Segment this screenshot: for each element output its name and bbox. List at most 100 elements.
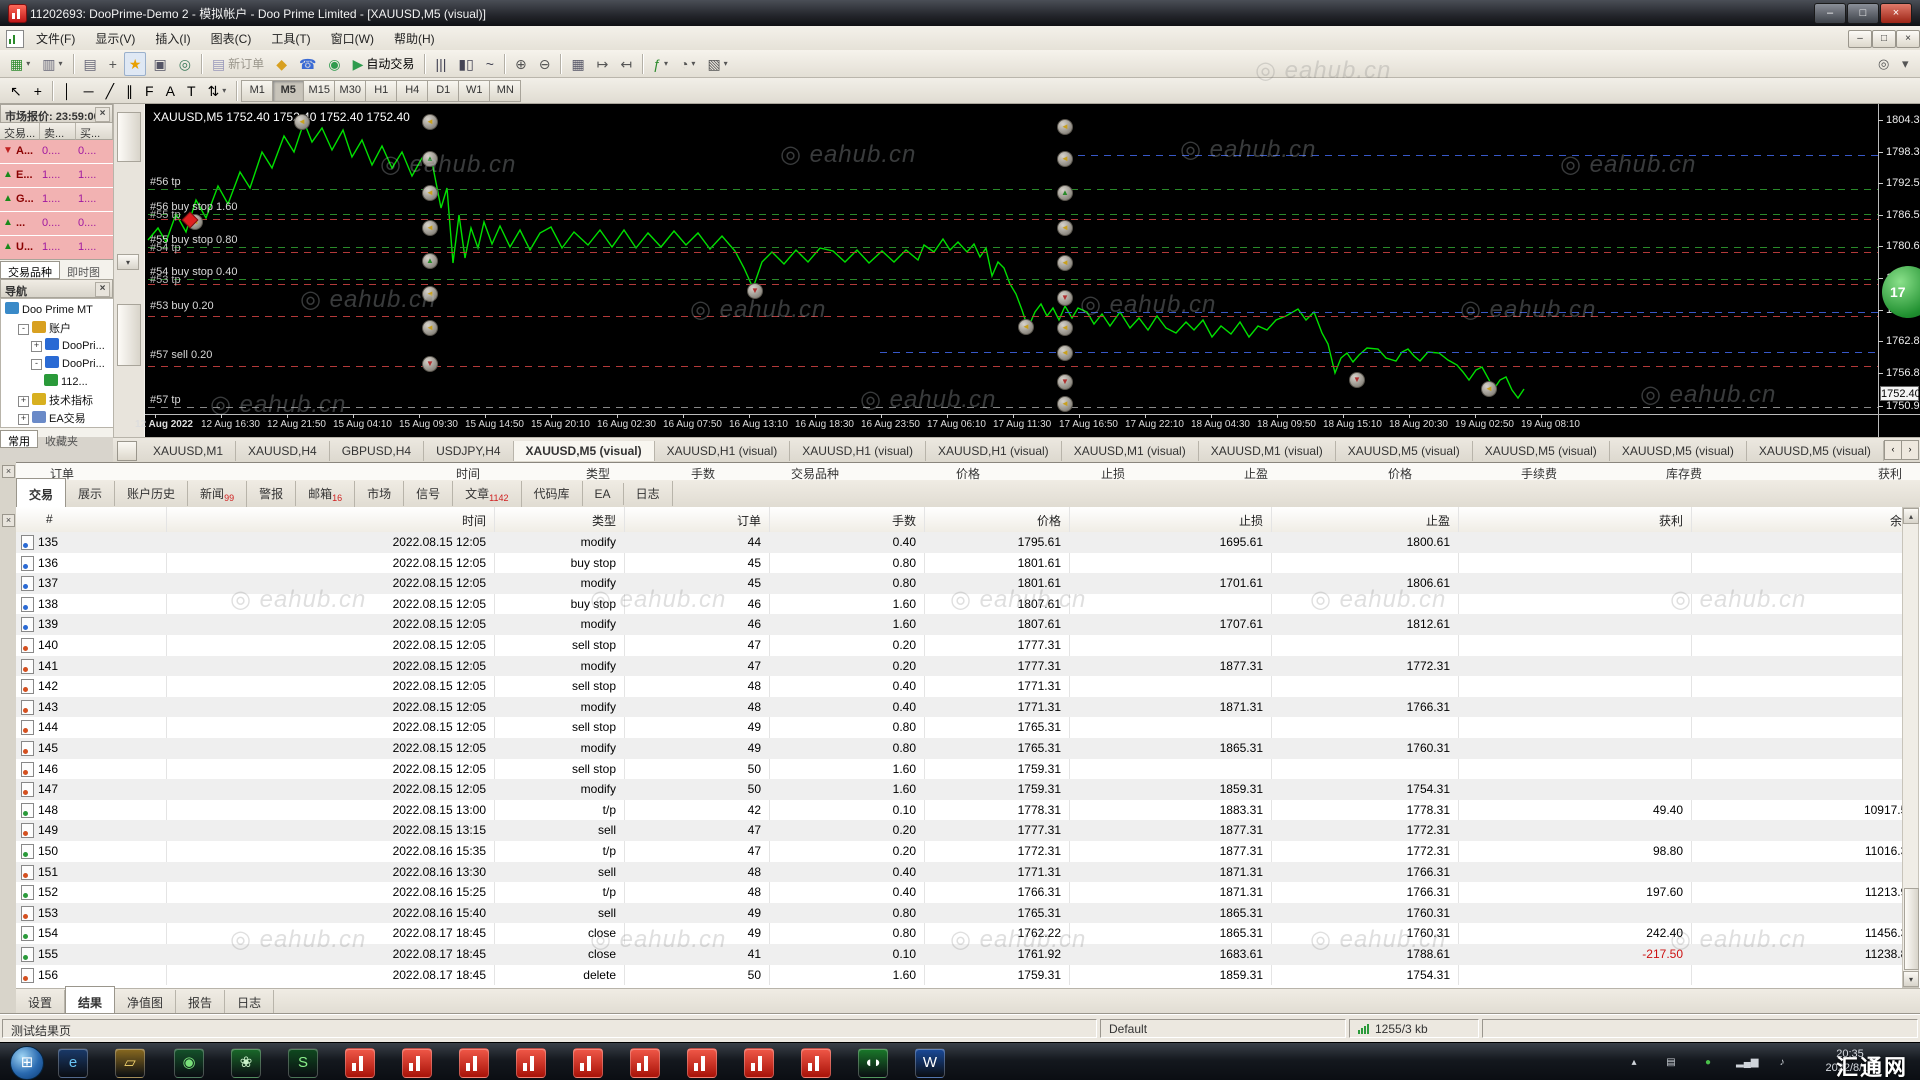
terminal-tab-账户历史[interactable]: 账户历史 — [115, 481, 188, 506]
close-button[interactable]: × — [1880, 3, 1912, 24]
navigator-close-icon[interactable]: × — [95, 282, 110, 297]
collapse-icon[interactable]: - — [31, 359, 42, 370]
minimize-button[interactable]: – — [1814, 3, 1846, 24]
navigator-item-6[interactable]: +EA交易 — [18, 410, 86, 428]
tester-close-icon[interactable]: × — [2, 514, 15, 527]
terminal-tab-市场[interactable]: 市场 — [355, 481, 404, 506]
table-row[interactable]: 1462022.08.15 12:05sell stop501.601759.3… — [16, 759, 1902, 780]
taskbar-mt4-icon-3[interactable] — [459, 1048, 489, 1078]
chart-tab-1[interactable]: XAUUSD,H4 — [236, 441, 330, 461]
timeframe-h4-button[interactable]: H4 — [397, 80, 428, 102]
timeframe-mn-button[interactable]: MN — [490, 80, 521, 102]
table-row[interactable]: 1372022.08.15 12:05modify450.801801.6117… — [16, 573, 1902, 594]
tester-tab-结果[interactable]: 结果 — [65, 986, 115, 1015]
expand-icon[interactable]: + — [18, 396, 29, 407]
terminal-tab-警报[interactable]: 警报 — [247, 481, 296, 506]
terminal-close-icon[interactable]: × — [2, 465, 15, 478]
market-watch-button[interactable]: ▤ — [79, 52, 102, 76]
trendline-button[interactable]: ╱ — [101, 79, 119, 103]
status-template[interactable]: Default — [1100, 1019, 1346, 1038]
tester-tab-报告[interactable]: 报告 — [176, 990, 225, 1015]
results-column-header[interactable]: 价格 — [941, 512, 1061, 532]
table-row[interactable]: 1512022.08.16 13:30sell480.401771.311871… — [16, 862, 1902, 883]
child-close-button[interactable]: × — [1896, 30, 1920, 48]
results-column-header[interactable]: 余额 — [1794, 512, 1914, 532]
table-row[interactable]: 1362022.08.15 12:05buy stop450.801801.61 — [16, 553, 1902, 574]
market-watch-row[interactable]: ▲E...1....1.... — [0, 164, 113, 188]
signals-button[interactable]: ◉ — [323, 52, 345, 76]
market-watch-row[interactable]: ▼A...0....0.... — [0, 140, 113, 164]
market-watch-tab-0[interactable]: 交易品种 — [0, 261, 60, 279]
chart-candles-button[interactable]: ▮▯ — [453, 52, 478, 76]
mql5-button[interactable]: ☎ — [294, 52, 321, 76]
timeframe-m1-button[interactable]: M1 — [241, 80, 273, 102]
terminal-button[interactable]: ▣ — [148, 52, 171, 76]
results-column-header[interactable]: # — [46, 512, 53, 532]
terminal-tab-代码库[interactable]: 代码库 — [522, 481, 583, 506]
taskbar-mt4-icon-7[interactable] — [687, 1048, 717, 1078]
results-column-header[interactable]: 止盈 — [1330, 512, 1450, 532]
expand-icon[interactable]: + — [31, 341, 42, 352]
taskbar-mt4-icon-1[interactable] — [345, 1048, 375, 1078]
market-watch-row[interactable]: ▲G...1....1.... — [0, 188, 113, 212]
navigator-button[interactable]: ★ — [124, 52, 147, 76]
chart-tabs-scroll-left-icon[interactable]: ‹ — [1884, 440, 1902, 460]
horizontal-line-button[interactable]: ─ — [79, 79, 99, 103]
menu-item-0[interactable]: 文件(F) — [26, 26, 85, 51]
zoom-in-button[interactable]: ⊕ — [510, 52, 532, 76]
navigator-item-2[interactable]: +DooPri... — [31, 338, 105, 357]
table-row[interactable]: 1552022.08.17 18:45close410.101761.92168… — [16, 944, 1902, 965]
taskbar-folder-icon[interactable]: ▱ — [115, 1048, 145, 1078]
chart-tab-4[interactable]: XAUUSD,M5 (visual) — [514, 441, 655, 461]
table-row[interactable]: 1412022.08.15 12:05modify470.201777.3118… — [16, 656, 1902, 677]
table-row[interactable]: 1492022.08.15 13:15sell470.201777.311877… — [16, 820, 1902, 841]
timeframe-m5-button[interactable]: M5 — [273, 80, 304, 102]
timeframe-m15-button[interactable]: M15 — [304, 80, 335, 102]
table-row[interactable]: 1532022.08.16 15:40sell490.801765.311865… — [16, 903, 1902, 924]
chart-tab-2[interactable]: GBPUSD,H4 — [330, 441, 424, 461]
data-window-button[interactable]: + — [104, 52, 122, 76]
results-column-header[interactable]: 时间 — [366, 512, 486, 532]
autoscroll-button[interactable]: ↦ — [592, 52, 614, 76]
text-button[interactable]: A — [161, 79, 180, 103]
tray-device-icon[interactable]: ▤ — [1662, 1055, 1680, 1071]
market-watch-tab-1[interactable]: 即时图 — [60, 262, 107, 280]
menu-item-5[interactable]: 窗口(W) — [321, 26, 384, 51]
taskbar-mt4-icon-6[interactable] — [630, 1048, 660, 1078]
results-column-header[interactable]: 获利 — [1563, 512, 1683, 532]
vertical-line-button[interactable]: │ — [58, 79, 77, 103]
tester-tab-净值图[interactable]: 净值图 — [115, 990, 176, 1015]
chart-bars-button[interactable]: ||| — [430, 52, 451, 76]
toolbar-more-icon[interactable]: ▾ — [1897, 52, 1914, 76]
child-restore-button[interactable]: □ — [1872, 30, 1896, 48]
results-column-header[interactable]: 类型 — [496, 512, 616, 532]
chart-tab-10[interactable]: XAUUSD,M5 (visual) — [1336, 441, 1473, 461]
expand-icon[interactable]: + — [18, 414, 29, 425]
table-row[interactable]: 1382022.08.15 12:05buy stop461.601807.61 — [16, 594, 1902, 615]
zoom-out-button[interactable]: ⊖ — [534, 52, 556, 76]
table-row[interactable]: 1422022.08.15 12:05sell stop480.401771.3… — [16, 676, 1902, 697]
timeframe-d1-button[interactable]: D1 — [428, 80, 459, 102]
taskbar-wechat-icon[interactable]: ◖◗ — [858, 1048, 888, 1078]
taskbar-mt4-icon-8[interactable] — [744, 1048, 774, 1078]
chart-tab-7[interactable]: XAUUSD,H1 (visual) — [926, 441, 1062, 461]
results-column-header[interactable]: 订单 — [641, 512, 761, 532]
tile-windows-button[interactable]: ▦ — [566, 52, 589, 76]
maximize-button[interactable]: □ — [1847, 3, 1879, 24]
market-watch-row[interactable]: ▲U...1....1.... — [0, 236, 113, 260]
table-row[interactable]: 1482022.08.15 13:00t/p420.101778.311883.… — [16, 800, 1902, 821]
table-row[interactable]: 1542022.08.17 18:45close490.801762.22186… — [16, 923, 1902, 944]
periods-button[interactable]: ◔▾ — [675, 52, 700, 76]
table-row[interactable]: 1442022.08.15 12:05sell stop490.801765.3… — [16, 717, 1902, 738]
taskbar-app-icon-3[interactable]: S — [288, 1048, 318, 1078]
taskbar-ie-icon[interactable]: e — [58, 1048, 88, 1078]
taskbar-mt4-icon-9[interactable] — [801, 1048, 831, 1078]
strategy-tester-button[interactable]: ◎ — [174, 52, 196, 76]
indicators-button[interactable]: ƒ▾ — [648, 52, 673, 76]
panel-scrollbar[interactable]: ▾ — [113, 104, 144, 437]
new-chart-button[interactable]: ▦▾ — [5, 52, 35, 76]
fibonacci-button[interactable]: F — [140, 79, 159, 103]
chart-line-button[interactable]: ~ — [481, 52, 499, 76]
table-row[interactable]: 1522022.08.16 15:25t/p480.401766.311871.… — [16, 882, 1902, 903]
menu-item-4[interactable]: 工具(T) — [261, 26, 320, 51]
